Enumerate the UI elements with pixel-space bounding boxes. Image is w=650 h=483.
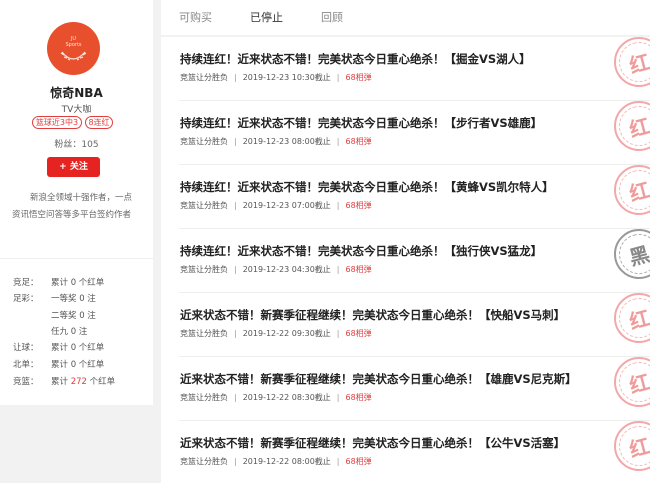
item-meta: 竞篮让分胜负 | 2019-12-23 07:00截止 | 68相弹	[180, 201, 372, 210]
item-meta: 竞篮让分胜负 | 2019-12-22 09:30截止 | 68相弹	[180, 329, 372, 338]
result-stamp-icon: 红	[614, 101, 650, 151]
laurel-icon	[60, 51, 87, 61]
tab-available[interactable]: 可购买	[179, 9, 212, 25]
item-meta: 竞篮让分胜负 | 2019-12-23 10:30截止 | 68相弹	[180, 73, 372, 82]
profile-name: 惊奇NBA	[50, 86, 103, 100]
follow-button[interactable]: + 关注	[47, 157, 100, 177]
item-meta: 竞篮让分胜负 | 2019-12-22 08:30截止 | 68相弹	[180, 393, 372, 402]
tab-review[interactable]: 回顾	[321, 9, 343, 25]
win-tag: 8连红	[85, 116, 113, 129]
avatar[interactable]: JU Sports	[47, 22, 100, 75]
tab-bar: 可购买 已停止 回顾	[161, 0, 650, 35]
item-title[interactable]: 近来状态不错！新赛季征程继续！完美状态今日重心绝杀！【雄鹿VS尼克斯】	[180, 371, 577, 387]
stat-value: 任九 0 注	[51, 327, 88, 337]
avatar-text: JU Sports	[65, 36, 82, 48]
result-stamp-icon: 红	[614, 421, 650, 471]
list-item[interactable]: 近来状态不错！新赛季征程继续！完美状态今日重心绝杀！【公牛VS活塞】 竞篮让分胜…	[161, 421, 650, 483]
stat-label: 竞篮：	[13, 377, 39, 387]
result-stamp-icon: 红	[614, 165, 650, 215]
result-stamp-icon: 红	[614, 293, 650, 343]
list-item[interactable]: 持续连红！近来状态不错！完美状态今日重心绝杀！【掘金VS湖人】 竞篮让分胜负 | 2…	[161, 37, 650, 101]
result-stamp-icon: 红	[614, 37, 650, 87]
list-item[interactable]: 近来状态不错！新赛季征程继续！完美状态今日重心绝杀！【快船VS马刺】 竞篮让分胜…	[161, 293, 650, 357]
stat-value: 累计 0 个红单	[51, 360, 105, 370]
stat-value: 一等奖 0 注	[51, 294, 96, 304]
list-item[interactable]: 持续连红！近来状态不错！完美状态今日重心绝杀！【独行侠VS猛龙】 竞篮让分胜负 |…	[161, 229, 650, 293]
list-item[interactable]: 持续连红！近来状态不错！完美状态今日重心绝杀！【步行者VS雄鹿】 竞篮让分胜负 |…	[161, 101, 650, 165]
item-meta: 竞篮让分胜负 | 2019-12-22 08:00截止 | 68相弹	[180, 457, 372, 466]
stat-value: 累计 0 个红单	[51, 278, 105, 288]
result-stamp-icon: 红	[614, 357, 650, 407]
item-title[interactable]: 持续连红！近来状态不错！完美状态今日重心绝杀！【黄蜂VS凯尔特人】	[180, 179, 554, 195]
stat-label: 让球：	[13, 343, 39, 353]
item-title[interactable]: 近来状态不错！新赛季征程继续！完美状态今日重心绝杀！【公牛VS活塞】	[180, 435, 565, 451]
list-item[interactable]: 近来状态不错！新赛季征程继续！完美状态今日重心绝杀！【雄鹿VS尼克斯】 竞篮让分…	[161, 357, 650, 421]
tab-stopped[interactable]: 已停止	[250, 9, 283, 25]
stat-value: 二等奖 0 注	[51, 311, 96, 321]
list-item[interactable]: 持续连红！近来状态不错！完美状态今日重心绝杀！【黄蜂VS凯尔特人】 竞篮让分胜负…	[161, 165, 650, 229]
profile-bio: 新浪全领域十强作者，一点资讯悟空问答等多平台签约作者	[12, 193, 133, 220]
fans-count: 粉丝：105	[54, 140, 99, 150]
stat-label: 竞足：	[13, 278, 39, 288]
item-title[interactable]: 近来状态不错！新赛季征程继续！完美状态今日重心绝杀！【快船VS马刺】	[180, 307, 565, 323]
plan-list: 持续连红！近来状态不错！完美状态今日重心绝杀！【掘金VS湖人】 竞篮让分胜负 | 2…	[161, 37, 650, 483]
item-title[interactable]: 持续连红！近来状态不错！完美状态今日重心绝杀！【步行者VS雄鹿】	[180, 115, 542, 131]
stat-label: 足彩：	[13, 294, 39, 304]
profile-sidebar: JU Sports 惊奇NBA TV大咖 篮球近3中3 8连红 粉丝：105 +…	[0, 0, 153, 405]
stat-label: 北单：	[13, 360, 39, 370]
item-meta: 竞篮让分胜负 | 2019-12-23 08:00截止 | 68相弹	[180, 137, 372, 146]
stat-value: 累计 0 个红单	[51, 343, 105, 353]
stat-value: 累计 272 个红单	[51, 377, 116, 387]
item-title[interactable]: 持续连红！近来状态不错！完美状态今日重心绝杀！【独行侠VS猛龙】	[180, 243, 542, 259]
item-title[interactable]: 持续连红！近来状态不错！完美状态今日重心绝杀！【掘金VS湖人】	[180, 51, 531, 67]
divider	[0, 258, 153, 259]
result-stamp-icon: 黑	[614, 229, 650, 279]
streak-tag: 篮球近3中3	[32, 116, 82, 129]
profile-subtitle: TV大咖	[61, 105, 92, 115]
item-meta: 竞篮让分胜负 | 2019-12-23 04:30截止 | 68相弹	[180, 265, 372, 274]
